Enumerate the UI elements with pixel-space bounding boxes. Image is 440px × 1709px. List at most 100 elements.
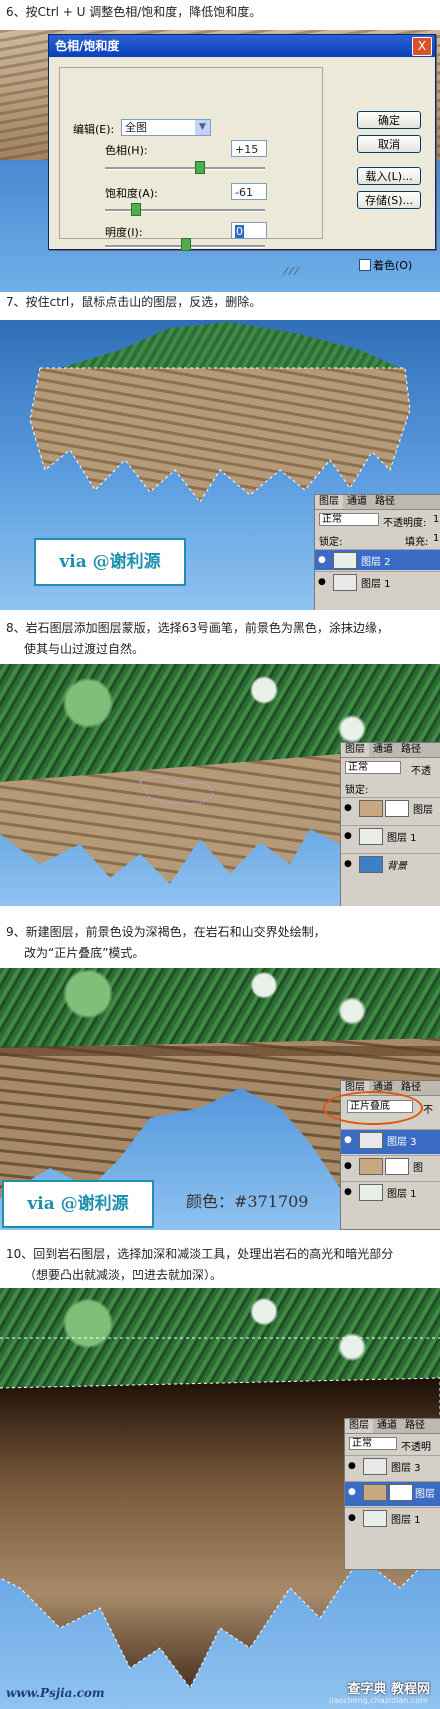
layer-thumbnail xyxy=(359,1158,383,1175)
chevron-down-icon: ▼ xyxy=(195,120,210,135)
layer-mask-thumbnail xyxy=(385,1158,409,1175)
layers-panel-step10: 图层 通道 路径 正常 不透明 ● 图层 3 ● 图层 ● 图层 1 xyxy=(344,1418,440,1570)
lightness-slider-thumb[interactable] xyxy=(181,238,191,251)
rock-shape xyxy=(30,368,410,502)
fill-value[interactable]: 1 xyxy=(433,533,439,544)
save-button[interactable]: 存储(S)... xyxy=(357,191,421,209)
layer-thumbnail xyxy=(333,574,357,591)
footer-site-right: 查字典 教程网 xyxy=(347,1682,430,1697)
blend-mode-select[interactable]: 正常 xyxy=(345,761,401,774)
lightness-input[interactable]: 0 xyxy=(231,222,267,239)
watermark-badge: via @谢利源 xyxy=(2,1180,154,1228)
blend-mode-select[interactable]: 正常 xyxy=(349,1437,397,1450)
tab-channels[interactable]: 通道 xyxy=(343,495,371,509)
step-9-text: 9、新建图层，前景色设为深褐色，在岩石和山交界处绘制， 改为“正片叠底”模式。 xyxy=(6,922,434,964)
saturation-slider-thumb[interactable] xyxy=(131,203,141,216)
step-9-line-1: 9、新建图层，前景色设为深褐色，在岩石和山交界处绘制， xyxy=(6,925,326,939)
layer-row[interactable]: ● 背景 xyxy=(341,853,440,880)
layer-row[interactable]: ● 图层 1 xyxy=(345,1507,440,1532)
dialog-title: 色相/饱和度 xyxy=(49,35,435,57)
opacity-label: 不透明度: xyxy=(383,518,427,529)
layer-row[interactable]: ● 图层 1 xyxy=(341,825,440,852)
step-6-line-1: 6、按Ctrl + U 调整色相/饱和度，降低饱和度。 xyxy=(6,5,262,19)
eyedropper-icons[interactable]: ⁄ ⁄ ⁄ xyxy=(285,265,298,278)
layer-row[interactable]: ● 图层 3 xyxy=(341,1129,440,1154)
load-button[interactable]: 载入(L)... xyxy=(357,167,421,185)
layer-thumbnail xyxy=(359,800,383,817)
edit-label: 编辑(E): xyxy=(73,123,115,136)
saturation-input[interactable]: -61 xyxy=(231,183,267,200)
layer-row[interactable]: ● 图层 1 xyxy=(315,571,440,592)
step-10-screenshot: 图层 通道 路径 正常 不透明 ● 图层 3 ● 图层 ● 图层 1 xyxy=(0,1288,440,1709)
tab-channels[interactable]: 通道 xyxy=(373,1419,401,1433)
layer-row[interactable]: ● 图层 1 xyxy=(341,1181,440,1206)
eye-icon[interactable]: ● xyxy=(348,1513,356,1523)
step-7-text: 7、按住ctrl，鼠标点击山的图层，反选，删除。 xyxy=(6,292,434,313)
edit-select[interactable]: 全图 ▼ xyxy=(121,119,211,136)
close-icon[interactable]: X xyxy=(412,37,432,56)
eye-icon[interactable]: ● xyxy=(344,831,352,841)
fill-label: 填充: xyxy=(405,537,429,548)
eye-icon[interactable]: ● xyxy=(348,1461,356,1471)
layer-thumbnail xyxy=(363,1510,387,1527)
eye-icon[interactable]: ● xyxy=(344,1187,352,1197)
layer-mask-thumbnail xyxy=(385,800,409,817)
panel-tabs: 图层 通道 路径 xyxy=(341,743,440,758)
step-10-text: 10、回到岩石图层，选择加深和减淡工具，处理出岩石的高光和暗光部分 （想要凸出就… xyxy=(6,1244,434,1286)
layer-name: 图层 1 xyxy=(387,833,417,844)
tab-channels[interactable]: 通道 xyxy=(369,743,397,757)
layer-thumbnail xyxy=(333,552,357,569)
layer-row[interactable]: ● 图层 xyxy=(341,797,440,824)
lock-label: 锁定: xyxy=(345,785,369,796)
eye-icon[interactable]: ● xyxy=(344,1135,352,1145)
footer-url: jiaocheng.chazidian.com xyxy=(328,1696,428,1705)
opacity-value[interactable]: 1 xyxy=(433,514,439,525)
layer-thumbnail xyxy=(359,1184,383,1201)
eye-icon[interactable]: ● xyxy=(344,1161,352,1171)
layer-name: 图 xyxy=(413,1163,423,1174)
colorize-checkbox[interactable] xyxy=(359,259,371,271)
hue-slider-track[interactable] xyxy=(105,167,265,170)
mountain-shape xyxy=(60,322,400,372)
ok-button[interactable]: 确定 xyxy=(357,111,421,129)
layer-row[interactable]: ● 图层 3 xyxy=(345,1455,440,1480)
tab-layers[interactable]: 图层 xyxy=(345,1419,373,1433)
layer-row[interactable]: ● 图层 xyxy=(345,1481,440,1506)
tab-paths[interactable]: 路径 xyxy=(397,743,425,757)
layer-row[interactable]: ● 图 xyxy=(341,1155,440,1180)
step-10-line-1: 10、回到岩石图层，选择加深和减淡工具，处理出岩石的高光和暗光部分 xyxy=(6,1247,394,1261)
hue-input[interactable]: +15 xyxy=(231,140,267,157)
eye-icon[interactable]: ● xyxy=(348,1487,356,1497)
highlight-circle xyxy=(323,1091,423,1125)
colorize-label: 着色(O) xyxy=(373,259,413,272)
layers-panel-step7: 图层 通道 路径 正常 不透明度: 1 锁定: 填充: 1 ● 图层 2 ● 图层 … xyxy=(314,494,440,610)
layer-thumbnail xyxy=(359,1132,383,1149)
tab-paths[interactable]: 路径 xyxy=(397,1081,425,1095)
opacity-label: 不透 xyxy=(411,766,431,777)
layer-thumbnail xyxy=(363,1484,387,1501)
layer-thumbnail xyxy=(359,828,383,845)
hue-label: 色相(H): xyxy=(105,144,148,157)
color-note: 颜色：#371709 xyxy=(186,1192,309,1211)
blend-mode-select[interactable]: 正常 xyxy=(319,513,379,526)
tab-paths[interactable]: 路径 xyxy=(401,1419,429,1433)
saturation-slider-track[interactable] xyxy=(105,209,265,212)
layer-name: 图层 1 xyxy=(361,579,391,590)
tab-layers[interactable]: 图层 xyxy=(341,743,369,757)
step-8-line-1: 8、岩石图层添加图层蒙版，选择63号画笔，前景色为黑色，涂抹边缘， xyxy=(6,621,389,635)
step-10-line-2: （想要凸出就减淡，凹进去就加深）。 xyxy=(24,1268,223,1282)
tab-layers[interactable]: 图层 xyxy=(315,495,343,509)
step-6-text: 6、按Ctrl + U 调整色相/饱和度，降低饱和度。 xyxy=(6,2,434,23)
layer-row[interactable]: ● 图层 2 xyxy=(315,549,440,570)
eye-icon[interactable]: ● xyxy=(318,577,326,587)
step-8-screenshot: 图层 通道 路径 正常 不透 锁定: ● 图层 ● 图层 1 ● 背景 xyxy=(0,664,440,906)
dialog-frame xyxy=(59,67,323,239)
layer-name: 图层 3 xyxy=(391,1463,421,1474)
opacity-label: 不 xyxy=(423,1105,433,1116)
cancel-button[interactable]: 取消 xyxy=(357,135,421,153)
hue-slider-thumb[interactable] xyxy=(195,161,205,174)
eye-icon[interactable]: ● xyxy=(318,555,326,565)
eye-icon[interactable]: ● xyxy=(344,803,352,813)
tab-paths[interactable]: 路径 xyxy=(371,495,399,509)
eye-icon[interactable]: ● xyxy=(344,859,352,869)
